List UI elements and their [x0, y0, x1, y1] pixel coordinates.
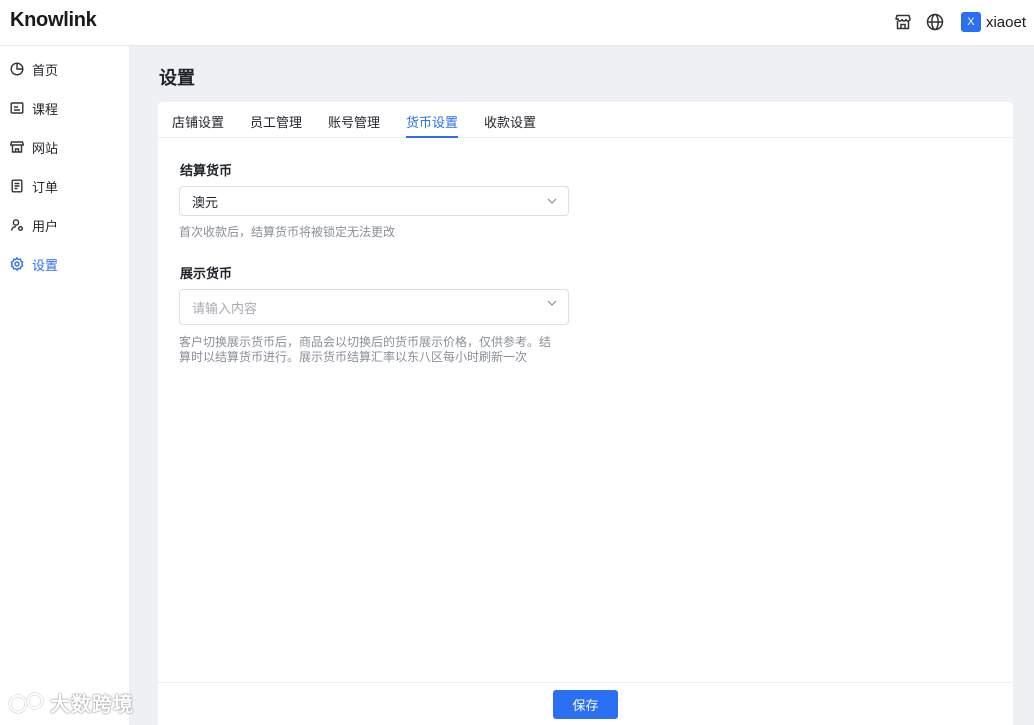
tab-store-settings[interactable]: 店铺设置 [172, 112, 224, 138]
display-currency-hint-line1: 客户切换展示货币后，商品会以切换后的货币展示价格，仅供参考。结 [179, 335, 552, 349]
sidebar-item-website[interactable]: 网站 [0, 129, 130, 165]
watermark-text: 大数跨境 [50, 694, 134, 716]
store-icon [10, 140, 24, 154]
settlement-currency-hint: 首次收款后，结算货币将被锁定无法更改 [179, 225, 396, 239]
sidebar-item-label: 课程 [32, 101, 59, 117]
pie-chart-icon [10, 62, 24, 76]
sidebar-item-courses[interactable]: 课程 [0, 90, 130, 126]
display-currency-hint-line2: 算时以结算货币进行。展示货币结算汇率以东八区每小时刷新一次 [179, 350, 528, 364]
sidebar-item-label: 订单 [32, 179, 59, 195]
gear-icon [10, 257, 24, 271]
app-logo[interactable]: Knowlink [10, 9, 97, 32]
sidebar-item-home[interactable]: 首页 [0, 51, 130, 87]
footer-bar: 保存 [158, 682, 1013, 725]
avatar[interactable]: X [960, 12, 981, 32]
save-button[interactable]: 保存 [553, 690, 618, 719]
sidebar-item-settings[interactable]: 设置 [0, 246, 130, 282]
store-icon[interactable] [893, 12, 913, 32]
chevron-down-icon [546, 195, 558, 207]
order-icon [10, 179, 24, 193]
sidebar-item-label: 设置 [32, 257, 59, 273]
settlement-currency-label: 结算货币 [180, 163, 233, 178]
settlement-currency-value: 澳元 [192, 194, 219, 210]
sidebar: 首页 课程 网站 订单 用户 设置 [0, 46, 130, 725]
display-currency-select[interactable]: 请输入内容 [179, 289, 569, 325]
user-icon [10, 218, 24, 232]
display-currency-placeholder: 请输入内容 [192, 300, 258, 316]
header-actions: X xiaoet [893, 10, 1026, 34]
top-bar: Knowlink X xiaoet [0, 0, 1034, 46]
sidebar-item-users[interactable]: 用户 [0, 207, 130, 243]
tab-staff-management[interactable]: 员工管理 [250, 112, 302, 138]
course-icon [10, 101, 24, 115]
watermark: 大数跨境 [8, 688, 134, 717]
sidebar-item-label: 首页 [32, 62, 59, 78]
sidebar-item-orders[interactable]: 订单 [0, 168, 130, 204]
tab-currency-settings[interactable]: 货币设置 [406, 112, 459, 138]
globe-icon[interactable] [925, 12, 945, 32]
chevron-down-icon [546, 297, 558, 309]
tab-bar: 店铺设置 员工管理 账号管理 货币设置 收款设置 [158, 102, 1013, 138]
tab-account-management[interactable]: 账号管理 [328, 112, 380, 138]
sidebar-item-label: 用户 [32, 218, 59, 234]
username[interactable]: xiaoet [986, 14, 1026, 31]
settings-card: 店铺设置 员工管理 账号管理 货币设置 收款设置 结算货币 澳元 首次收款后，结… [158, 102, 1013, 725]
watermark-logo-icon [8, 692, 44, 713]
page-title: 设置 [159, 68, 195, 88]
tab-payment-settings[interactable]: 收款设置 [484, 112, 536, 138]
sidebar-item-label: 网站 [32, 140, 59, 156]
settlement-currency-select[interactable]: 澳元 [179, 186, 569, 216]
display-currency-label: 展示货币 [180, 266, 233, 281]
